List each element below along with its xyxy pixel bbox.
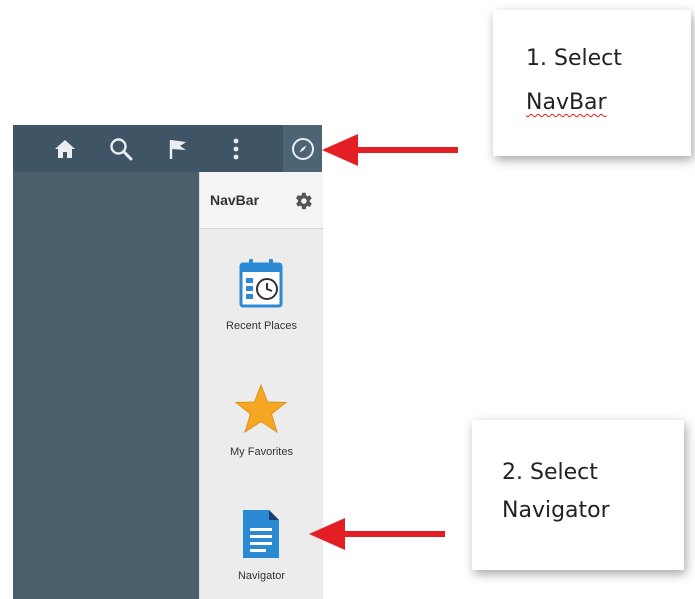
recent-places-icon bbox=[239, 259, 283, 308]
gear-icon[interactable] bbox=[292, 190, 314, 212]
callout-step-2: 2. Select Navigator bbox=[472, 420, 684, 570]
header-bar bbox=[13, 125, 322, 172]
star-icon bbox=[234, 384, 288, 434]
more-vertical-icon[interactable] bbox=[227, 125, 245, 172]
callout-step-1-line-1: 1. Select bbox=[526, 46, 622, 71]
tile-label-navigator: Navigator bbox=[237, 570, 286, 582]
callout-step-2-line-2: Navigator bbox=[502, 498, 610, 523]
compass-icon bbox=[291, 137, 314, 160]
search-icon[interactable] bbox=[108, 125, 134, 172]
content-panel bbox=[13, 172, 199, 599]
tile-my-favorites[interactable]: My Favorites bbox=[200, 384, 323, 464]
tile-label-my-favorites: My Favorites bbox=[230, 446, 293, 458]
arrow-to-navbar bbox=[322, 134, 458, 166]
navbar-button[interactable] bbox=[283, 125, 322, 172]
navbar-header: NavBar bbox=[200, 172, 323, 229]
navbar-title: NavBar bbox=[210, 192, 260, 208]
home-icon[interactable] bbox=[53, 125, 77, 172]
callout-step-2-line-1: 2. Select bbox=[502, 460, 598, 485]
tile-recent-places[interactable]: Recent Places bbox=[200, 258, 323, 338]
callout-step-1-line-2: NavBar bbox=[526, 90, 607, 115]
flag-icon[interactable] bbox=[166, 125, 190, 172]
tile-label-recent-places: Recent Places bbox=[226, 320, 297, 332]
arrow-to-navigator bbox=[309, 518, 445, 550]
callout-step-1: 1. Select NavBar bbox=[493, 10, 691, 156]
document-icon bbox=[243, 510, 279, 558]
